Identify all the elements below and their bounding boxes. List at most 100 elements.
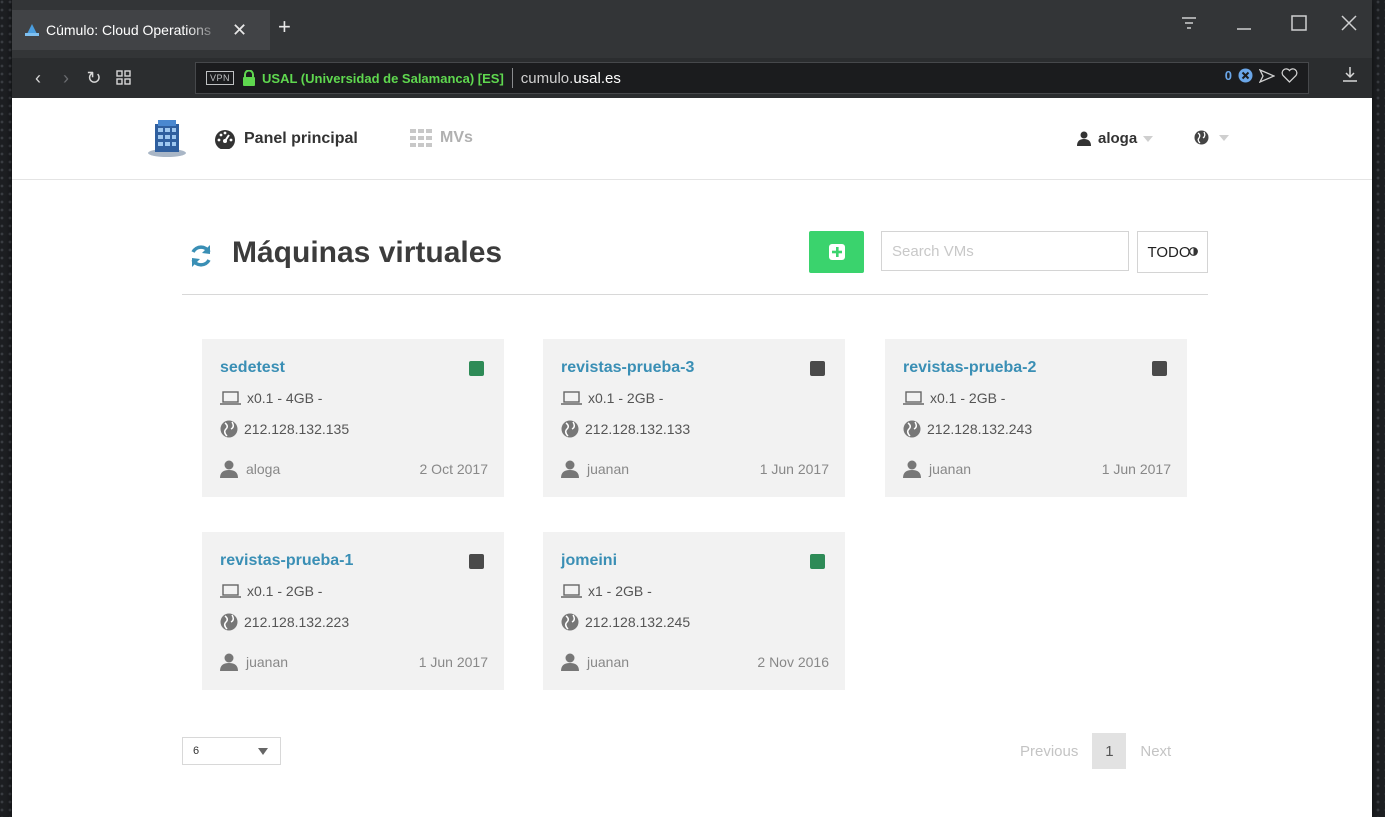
vm-name-link[interactable]: sedetest bbox=[220, 359, 285, 377]
vm-card[interactable]: jomeini x1 - 2GB - 212.128.132.245 juana… bbox=[543, 532, 845, 690]
vm-owner: aloga bbox=[220, 460, 280, 478]
user-icon bbox=[220, 653, 238, 671]
refresh-icon[interactable] bbox=[188, 243, 214, 269]
tab-title: Cúmulo: Cloud Operations bbox=[46, 22, 211, 38]
speed-dial-icon[interactable] bbox=[116, 70, 132, 86]
user-icon bbox=[561, 653, 579, 671]
vm-ip: 212.128.132.133 bbox=[561, 420, 690, 438]
vm-owner: juanan bbox=[220, 653, 288, 671]
tab-menu-icon[interactable] bbox=[1180, 14, 1198, 32]
user-menu[interactable]: aloga bbox=[1077, 130, 1154, 147]
search-vms-input[interactable] bbox=[881, 231, 1129, 271]
close-window-icon[interactable] bbox=[1340, 14, 1358, 32]
globe-icon bbox=[561, 613, 579, 631]
heart-icon[interactable] bbox=[1281, 68, 1298, 83]
vm-specs: x1 - 2GB - bbox=[561, 583, 652, 599]
user-icon bbox=[903, 460, 921, 478]
next-page-button[interactable]: Next bbox=[1140, 743, 1171, 760]
laptop-icon bbox=[561, 391, 582, 405]
nav-panel-principal[interactable]: Panel principal bbox=[214, 129, 358, 149]
status-badge bbox=[469, 554, 484, 569]
dashboard-icon bbox=[215, 130, 235, 149]
user-icon bbox=[561, 460, 579, 478]
url-separator bbox=[511, 68, 513, 88]
laptop-icon bbox=[903, 391, 924, 405]
username: aloga bbox=[1098, 130, 1138, 147]
back-icon[interactable]: ‹ bbox=[24, 68, 52, 89]
tab-close-icon[interactable]: ✕ bbox=[232, 20, 247, 41]
add-vm-button[interactable] bbox=[809, 231, 864, 273]
cumulo-logo-icon[interactable] bbox=[146, 118, 188, 158]
maximize-icon[interactable] bbox=[1290, 14, 1308, 32]
vm-name-link[interactable]: revistas-prueba-3 bbox=[561, 359, 694, 377]
nav-mvs-label: MVs bbox=[440, 129, 473, 146]
vm-owner: juanan bbox=[903, 460, 971, 478]
language-menu[interactable] bbox=[1194, 130, 1229, 145]
title-divider bbox=[182, 294, 1208, 295]
vm-specs: x0.1 - 2GB - bbox=[903, 390, 1005, 406]
lock-icon bbox=[243, 70, 256, 86]
vm-specs: x0.1 - 2GB - bbox=[220, 583, 322, 599]
filter-label: TODO bbox=[1147, 243, 1191, 261]
send-icon[interactable] bbox=[1259, 68, 1275, 83]
address-bar[interactable]: VPN USAL (Universidad de Salamanca) [ES]… bbox=[195, 62, 1309, 94]
vm-date: 2 Nov 2016 bbox=[757, 654, 829, 670]
status-badge bbox=[469, 361, 484, 376]
page-size-select[interactable]: 6 bbox=[182, 737, 281, 765]
vm-date: 1 Jun 2017 bbox=[418, 654, 488, 670]
globe-icon bbox=[220, 420, 238, 438]
grid-icon bbox=[410, 129, 432, 147]
blocked-count: 0 bbox=[1224, 68, 1232, 83]
vm-ip: 212.128.132.135 bbox=[220, 420, 349, 438]
laptop-icon bbox=[220, 584, 241, 598]
globe-icon bbox=[903, 420, 921, 438]
nav-mvs[interactable]: MVs bbox=[410, 129, 473, 147]
vm-name-link[interactable]: revistas-prueba-2 bbox=[903, 359, 1036, 377]
filter-todo-button[interactable]: TODO bbox=[1137, 231, 1208, 273]
minimize-icon[interactable] bbox=[1235, 14, 1253, 32]
vm-name-link[interactable]: jomeini bbox=[561, 552, 617, 570]
chevron-down-icon bbox=[258, 748, 268, 755]
vm-card[interactable]: revistas-prueba-2 x0.1 - 2GB - 212.128.1… bbox=[885, 339, 1187, 497]
vm-specs: x0.1 - 4GB - bbox=[220, 390, 322, 406]
plus-square-icon bbox=[828, 244, 845, 260]
reload-icon[interactable]: ↻ bbox=[80, 68, 108, 89]
vm-owner: juanan bbox=[561, 653, 629, 671]
title-bar: Cúmulo: Cloud Operations ✕ + bbox=[12, 0, 1372, 58]
forward-icon[interactable]: › bbox=[52, 68, 80, 89]
pagination: Previous 1 Next bbox=[1020, 733, 1171, 769]
globe-icon bbox=[561, 420, 579, 438]
vm-card[interactable]: revistas-prueba-3 x0.1 - 2GB - 212.128.1… bbox=[543, 339, 845, 497]
vm-ip: 212.128.132.223 bbox=[220, 613, 349, 631]
page-number-current[interactable]: 1 bbox=[1092, 733, 1127, 769]
browser-window: Cúmulo: Cloud Operations ✕ + ‹ › ↻ VPN U… bbox=[12, 0, 1372, 817]
app-navbar: Panel principal MVs aloga bbox=[12, 98, 1372, 180]
vm-card[interactable]: sedetest x0.1 - 4GB - 212.128.132.135 al… bbox=[202, 339, 504, 497]
vm-name-link[interactable]: revistas-prueba-1 bbox=[220, 552, 353, 570]
vm-specs: x0.1 - 2GB - bbox=[561, 390, 663, 406]
certificate-label: USAL (Universidad de Salamanca) [ES] bbox=[262, 70, 504, 86]
download-icon[interactable] bbox=[1342, 66, 1358, 83]
vm-date: 1 Jun 2017 bbox=[1101, 461, 1171, 477]
vm-ip: 212.128.132.243 bbox=[903, 420, 1032, 438]
status-badge bbox=[810, 361, 825, 376]
adblock-icon[interactable] bbox=[1238, 68, 1253, 83]
status-badge bbox=[1152, 361, 1167, 376]
user-icon bbox=[220, 460, 238, 478]
chevron-down-icon bbox=[1143, 135, 1154, 142]
vm-date: 1 Jun 2017 bbox=[759, 461, 829, 477]
vm-card[interactable]: revistas-prueba-1 x0.1 - 2GB - 212.128.1… bbox=[202, 532, 504, 690]
new-tab-button[interactable]: + bbox=[278, 14, 291, 40]
vpn-badge[interactable]: VPN bbox=[206, 71, 235, 85]
browser-tab[interactable]: Cúmulo: Cloud Operations ✕ bbox=[12, 10, 270, 50]
status-badge bbox=[810, 554, 825, 569]
user-icon bbox=[1077, 131, 1091, 146]
nav-panel-label: Panel principal bbox=[244, 130, 358, 147]
chevron-down-icon bbox=[1219, 134, 1229, 141]
address-bar-actions: 0 bbox=[1225, 68, 1298, 83]
vm-owner: juanan bbox=[561, 460, 629, 478]
filter-status-icon bbox=[1188, 246, 1198, 256]
previous-page-button[interactable]: Previous bbox=[1020, 743, 1078, 760]
globe-icon bbox=[1194, 130, 1209, 145]
url-text: cumulo.usal.es bbox=[520, 69, 621, 87]
